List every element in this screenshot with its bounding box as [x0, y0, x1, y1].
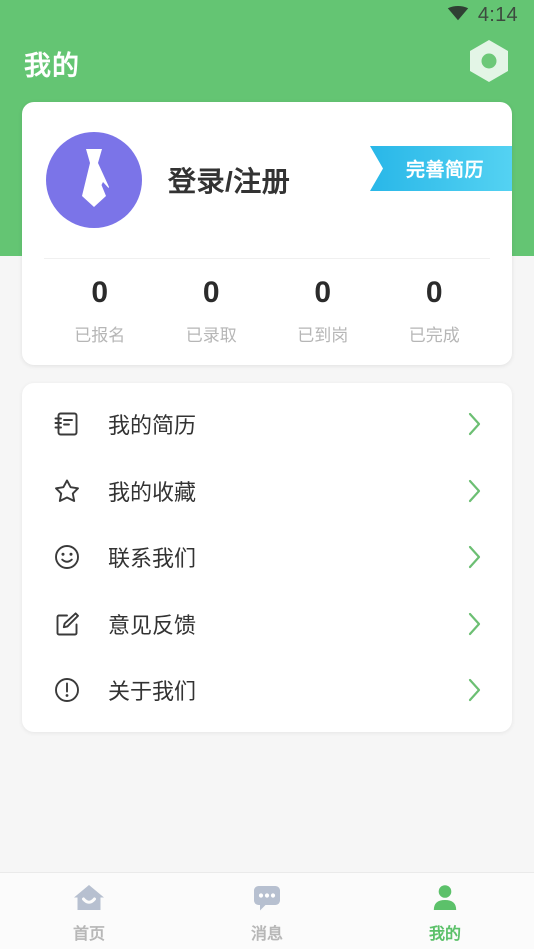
stat-label: 已报名 [74, 325, 126, 345]
stat-value: 0 [314, 276, 332, 310]
stat-value: 0 [91, 276, 109, 310]
menu-item-feedback[interactable]: 意见反馈 [22, 591, 512, 658]
stat-value: 0 [425, 276, 443, 310]
nav-item-label: 首页 [72, 926, 105, 943]
menu-item-label: 关于我们 [108, 679, 197, 705]
nav-item-messages[interactable]: 消息 [178, 873, 356, 949]
stats-row: 0 已报名 0 已录取 0 已到岗 0 已完成 [44, 258, 490, 364]
menu-item-my-favorites[interactable]: 我的收藏 [22, 458, 512, 525]
stat-label: 已完成 [408, 325, 460, 345]
necktie-avatar-icon [68, 147, 120, 214]
menu-card: 我的简历 我的收藏 联系我们 意见反馈 关于我们 [22, 383, 512, 732]
home-icon [72, 882, 106, 914]
nav-item-label: 消息 [250, 926, 283, 943]
wifi-icon [447, 5, 469, 26]
chevron-right-icon [464, 674, 486, 706]
stat-item[interactable]: 0 已到岗 [267, 277, 379, 346]
menu-item-about-us[interactable]: 关于我们 [22, 657, 512, 724]
notebook-icon [50, 407, 84, 441]
edit-square-icon [50, 607, 84, 641]
login-register-label[interactable]: 登录/注册 [168, 160, 290, 200]
nav-item-label: 我的 [428, 926, 461, 943]
stat-label: 已录取 [185, 325, 237, 345]
menu-item-label: 联系我们 [108, 546, 197, 572]
chevron-right-icon [464, 408, 486, 440]
profile-header[interactable]: 登录/注册 完善简历 [22, 102, 512, 258]
status-bar: 4:14 [0, 0, 534, 30]
exclamation-circle-icon [50, 673, 84, 707]
stat-item[interactable]: 0 已报名 [44, 277, 156, 346]
menu-item-contact-us[interactable]: 联系我们 [22, 524, 512, 591]
status-time: 4:14 [477, 3, 518, 26]
menu-item-label: 我的简历 [108, 413, 197, 439]
menu-item-label: 我的收藏 [108, 479, 197, 505]
stat-item[interactable]: 0 已完成 [379, 277, 491, 346]
person-icon [430, 882, 460, 914]
avatar[interactable] [46, 132, 142, 228]
complete-resume-label: 完善简历 [405, 160, 484, 181]
smiley-icon [50, 540, 84, 574]
nav-item-profile[interactable]: 我的 [356, 873, 534, 949]
stat-value: 0 [202, 276, 220, 310]
profile-card: 登录/注册 完善简历 0 已报名 0 已录取 0 已到岗 0 已完成 [22, 102, 512, 365]
stat-item[interactable]: 0 已录取 [156, 277, 268, 346]
app-bar: 我的 [0, 30, 534, 96]
star-icon [50, 474, 84, 508]
settings-button[interactable] [466, 39, 512, 88]
nav-item-home[interactable]: 首页 [0, 873, 178, 949]
chevron-right-icon [464, 608, 486, 640]
menu-item-my-resume[interactable]: 我的简历 [22, 391, 512, 458]
hexagon-settings-icon [468, 39, 510, 88]
page-title: 我的 [24, 50, 80, 81]
complete-resume-badge[interactable]: 完善简历 [370, 146, 512, 191]
chevron-right-icon [464, 541, 486, 573]
bottom-navigation: 首页 消息 我的 [0, 872, 534, 949]
menu-item-label: 意见反馈 [108, 612, 197, 638]
message-bubble-icon [251, 882, 283, 914]
stat-label: 已到岗 [297, 325, 349, 345]
chevron-right-icon [464, 475, 486, 507]
